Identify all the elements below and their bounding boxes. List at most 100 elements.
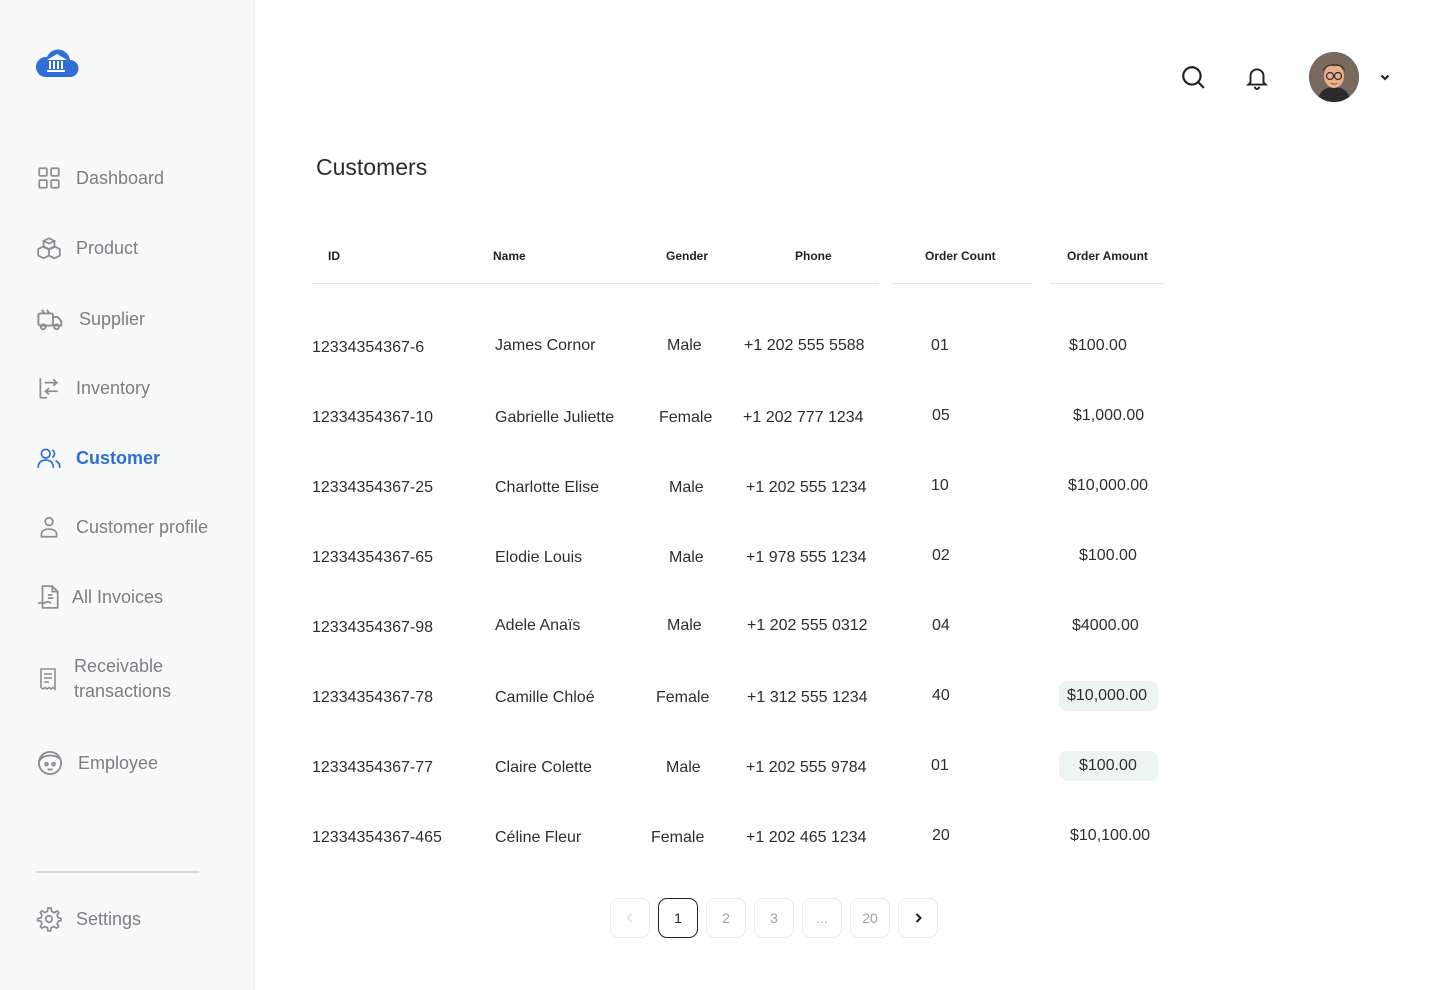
cell-phone: +1 978 555 1234 xyxy=(746,549,867,566)
cell-id: 12334354367-77 xyxy=(312,759,434,776)
cell-phone: +1 202 555 9784 xyxy=(746,759,867,776)
pagination-page-button[interactable]: 20 xyxy=(850,898,890,938)
cell-name: Céline Fleur xyxy=(495,829,582,846)
cell-gender: Male xyxy=(667,617,702,634)
column-header-phone[interactable]: Phone xyxy=(795,249,832,263)
cell-gender: Male xyxy=(669,479,704,496)
column-header-name[interactable]: Name xyxy=(493,249,526,263)
cell-gender: Female xyxy=(651,829,705,846)
sidebar-item-label: Dashboard xyxy=(76,167,165,188)
sidebar-item-product[interactable]: Product xyxy=(36,235,138,261)
cell-name: Elodie Louis xyxy=(495,549,583,566)
user-avatar[interactable] xyxy=(1309,52,1359,102)
receivable-label-line: Receivable transactions xyxy=(74,656,172,701)
cell-order-count: 01 xyxy=(931,757,949,774)
avatar-illustration xyxy=(1309,52,1359,102)
cell-order-amount: $10,000.00 xyxy=(1067,687,1148,704)
sidebar-item-all-invoices[interactable]: All Invoices xyxy=(36,584,163,610)
sidebar-item-label: Product xyxy=(76,237,139,258)
cell-phone: +1 202 555 5588 xyxy=(744,337,865,354)
bell-icon[interactable] xyxy=(1244,63,1270,91)
cell-order-count: 40 xyxy=(932,687,950,704)
sidebar-item-label: Inventory xyxy=(76,377,151,398)
sidebar-item-label: Customer xyxy=(76,447,161,468)
search-icon[interactable] xyxy=(1180,64,1206,90)
sidebar-item-receivable-transactions[interactable]: Receivable transactions xyxy=(36,654,214,704)
sidebar-item-employee[interactable]: Employee xyxy=(36,749,158,777)
sidebar-item-label: Employee xyxy=(78,752,159,773)
cell-order-count: 10 xyxy=(931,477,949,494)
cell-order-count: 04 xyxy=(932,617,950,634)
sidebar-item-label: Customer profile xyxy=(76,516,209,537)
receipt-icon xyxy=(40,668,56,691)
cell-phone: +1 202 465 1234 xyxy=(746,829,867,846)
pagination-page-button[interactable]: 1 xyxy=(658,898,698,938)
cell-order-amount: $4000.00 xyxy=(1072,617,1139,634)
cell-id: 12334354367-65 xyxy=(312,549,434,566)
user-icon xyxy=(40,516,58,538)
cell-id: 12334354367-465 xyxy=(312,829,442,846)
gear-icon xyxy=(36,907,62,932)
cell-name: Adele Anaïs xyxy=(495,617,581,634)
chevron-left-icon xyxy=(626,913,633,923)
cell-id: 12334354367-78 xyxy=(312,689,434,706)
cell-gender: Female xyxy=(659,409,713,426)
sidebar-item-inventory[interactable]: Inventory xyxy=(36,375,150,401)
pagination-page-button[interactable]: 2 xyxy=(706,898,746,938)
sidebar-item-customer-profile[interactable]: Customer profile xyxy=(36,514,208,540)
cell-order-count: 20 xyxy=(932,827,950,844)
grid-icon xyxy=(38,167,60,189)
cell-gender: Male xyxy=(669,549,704,566)
page-title: Customers xyxy=(316,154,428,180)
sidebar-item-dashboard[interactable]: Dashboard xyxy=(36,165,164,191)
column-header-order-count[interactable]: Order Count xyxy=(925,249,996,263)
cell-phone: +1 202 555 0312 xyxy=(747,617,868,634)
cell-name: Charlotte Elise xyxy=(495,479,600,496)
cell-name: Gabrielle Juliette xyxy=(495,409,615,426)
sidebar: Dashboard Product Supplier Inventory Cus… xyxy=(0,0,255,990)
header-divider xyxy=(1050,283,1165,284)
column-header-id[interactable]: ID xyxy=(328,249,340,263)
invoice-icon xyxy=(37,585,59,609)
header-divider xyxy=(312,283,879,284)
cell-name: James Cornor xyxy=(495,337,596,354)
cell-id: 12334354367-25 xyxy=(312,479,434,496)
cell-order-amount: $100.00 xyxy=(1079,757,1137,774)
cell-gender: Male xyxy=(666,759,701,776)
cell-phone: +1 312 555 1234 xyxy=(747,689,868,706)
pagination-ellipsis: ... xyxy=(802,898,842,938)
cell-order-amount: $100.00 xyxy=(1069,337,1127,354)
sidebar-item-settings[interactable]: Settings xyxy=(36,906,141,932)
cell-id: 12334354367-98 xyxy=(312,619,434,636)
pagination-page-button[interactable]: 3 xyxy=(754,898,794,938)
cell-order-count: 02 xyxy=(932,547,950,564)
cell-order-count: 01 xyxy=(931,337,949,354)
cell-gender: Male xyxy=(667,337,702,354)
cell-order-amount: $100.00 xyxy=(1079,547,1137,564)
column-header-gender[interactable]: Gender xyxy=(666,249,708,263)
column-header-order-amount[interactable]: Order Amount xyxy=(1067,249,1148,263)
pagination-next-button[interactable] xyxy=(898,898,938,938)
sidebar-item-supplier[interactable]: Supplier xyxy=(36,305,145,334)
cell-phone: +1 202 777 1234 xyxy=(743,409,864,426)
cell-phone: +1 202 555 1234 xyxy=(746,479,867,496)
cell-order-count: 05 xyxy=(932,407,950,424)
sidebar-item-customer[interactable]: Customer xyxy=(36,445,160,471)
chevron-down-icon[interactable] xyxy=(1378,70,1392,84)
sidebar-item-label: Receivable transactions xyxy=(74,654,214,704)
cell-order-amount: $1,000.00 xyxy=(1073,407,1145,424)
cell-name: Claire Colette xyxy=(495,759,592,776)
sidebar-divider xyxy=(36,871,199,873)
header-divider xyxy=(891,283,1032,284)
bank-cloud-logo[interactable] xyxy=(35,45,79,79)
sidebar-item-label: All Invoices xyxy=(72,586,164,607)
boxes-icon xyxy=(37,237,61,260)
cell-order-amount: $10,100.00 xyxy=(1070,827,1151,844)
cell-order-amount: $10,000.00 xyxy=(1068,477,1149,494)
chevron-right-icon xyxy=(915,913,922,923)
pagination-prev-button[interactable] xyxy=(610,898,650,938)
transfer-icon xyxy=(39,378,59,399)
cell-id: 12334354367-6 xyxy=(312,339,425,356)
cell-id: 12334354367-10 xyxy=(312,409,434,426)
cell-gender: Female xyxy=(656,689,710,706)
